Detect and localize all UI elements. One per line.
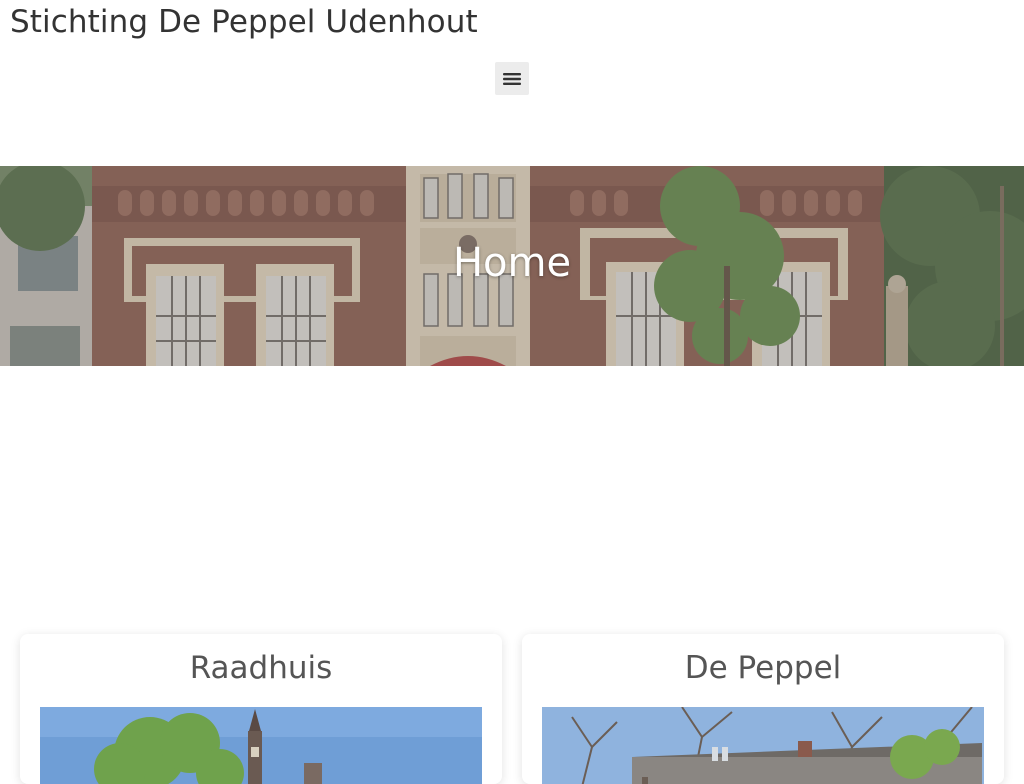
de-peppel-photo xyxy=(542,707,984,784)
hero-banner: Home xyxy=(0,166,1024,366)
card-de-peppel[interactable]: De Peppel xyxy=(522,634,1004,784)
card-raadhuis[interactable]: Raadhuis xyxy=(20,634,502,784)
hero-title: Home xyxy=(452,240,572,286)
card-image-raadhuis[interactable] xyxy=(40,707,482,784)
site-header: Stichting De Peppel Udenhout xyxy=(0,0,1024,166)
card-title[interactable]: Raadhuis xyxy=(20,650,502,686)
cards-section: Raadhuis De Peppel xyxy=(20,634,1004,784)
card-title[interactable]: De Peppel xyxy=(522,650,1004,686)
card-image-de-peppel[interactable] xyxy=(542,707,984,784)
raadhuis-photo xyxy=(40,707,482,784)
hamburger-menu-icon xyxy=(503,72,521,85)
site-title[interactable]: Stichting De Peppel Udenhout xyxy=(10,4,478,40)
menu-toggle-button[interactable] xyxy=(495,62,529,95)
